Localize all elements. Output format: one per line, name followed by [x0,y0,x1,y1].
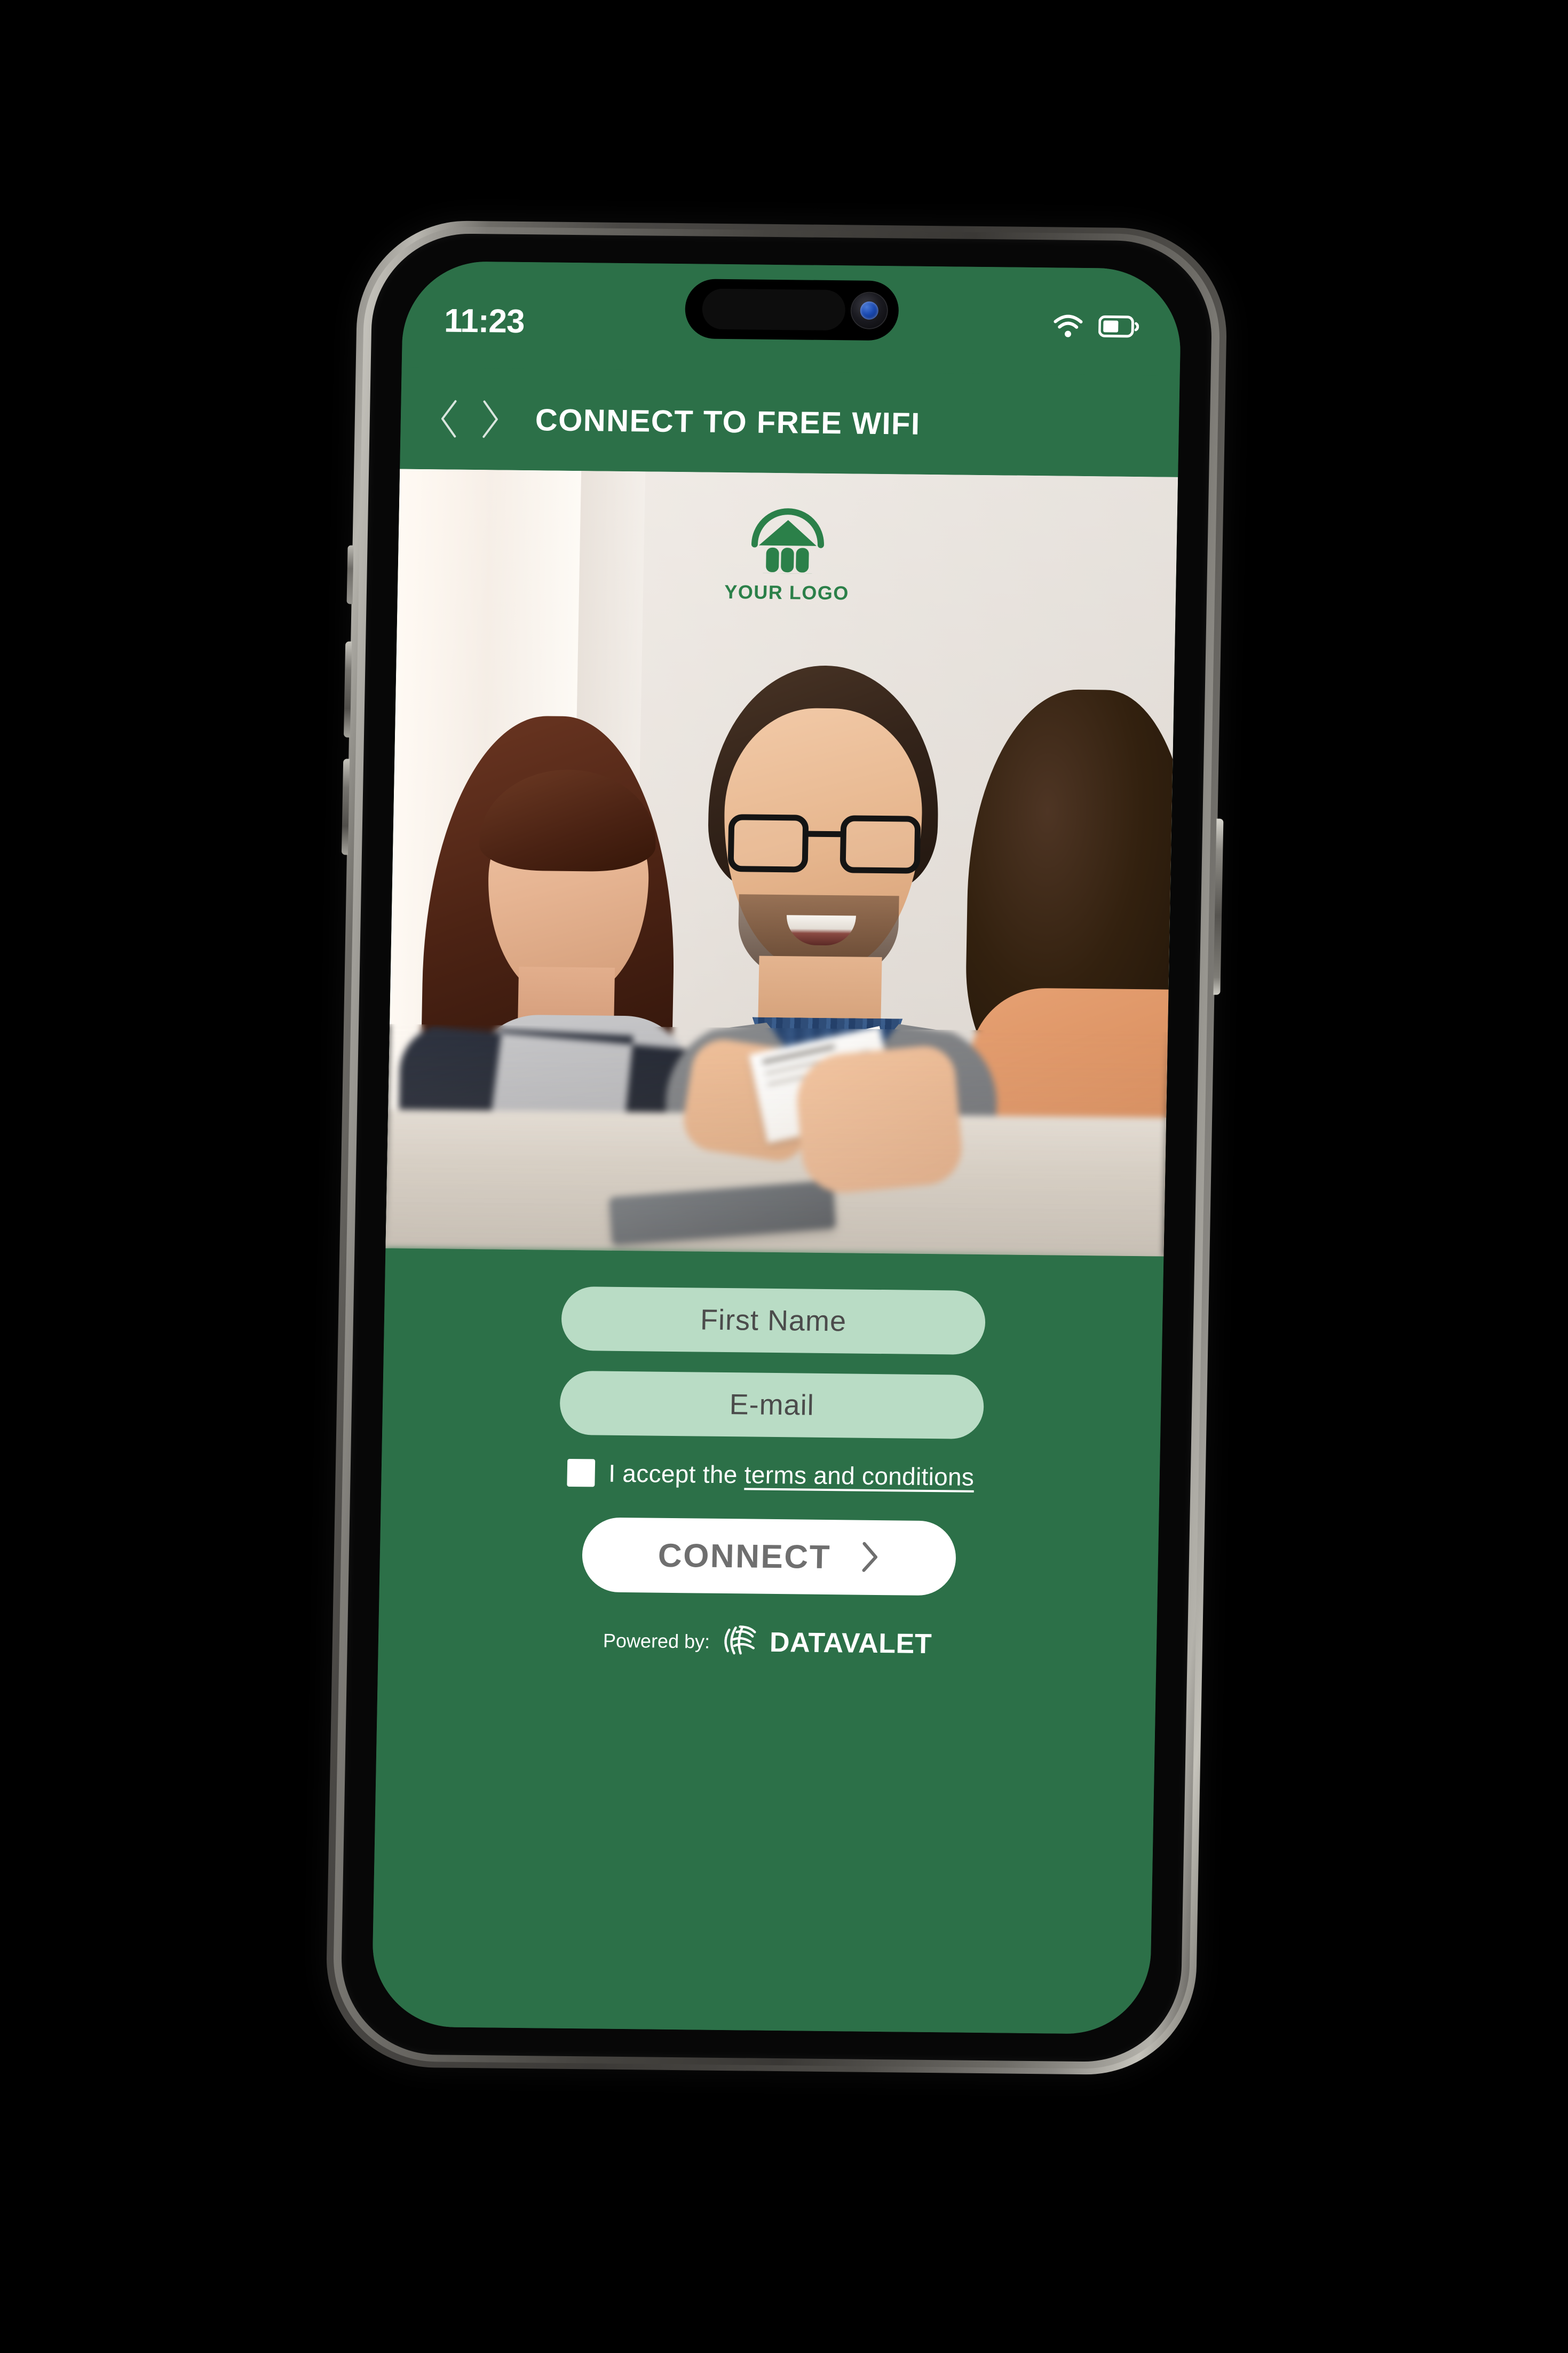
island-pill [702,288,846,331]
man-eyeglasses [727,814,921,875]
page-title: CONNECT TO FREE WIFI [535,402,921,441]
chevron-right-icon[interactable] [477,398,502,440]
terms-and-conditions-link[interactable]: terms and conditions [744,1460,974,1490]
battery-icon [1098,315,1139,341]
depth-of-field-blur [385,1024,1168,1257]
app-bar: CONNECT TO FREE WIFI [400,367,1180,477]
powered-by-footer: Powered by: DATAVALET [603,1620,932,1664]
phone-device-mockup: 11:23 CONNECT TO FREE WIFI YOUR LOGO Fir… [324,219,1229,2076]
chevron-right-icon [858,1540,880,1575]
brand-logo-label: YOUR LOGO [724,580,850,604]
action-button[interactable] [346,545,354,604]
connect-form-panel: I accept the terms and conditions CONNEC… [371,1248,1164,2035]
phone-screen: 11:23 CONNECT TO FREE WIFI YOUR LOGO Fir… [371,260,1182,2035]
powered-by-label: Powered by: [603,1629,710,1653]
front-camera-icon [851,293,888,329]
screenshot-canvas: 11:23 CONNECT TO FREE WIFI YOUR LOGO Fir… [0,0,1568,2353]
connect-button[interactable]: CONNECT [581,1517,957,1596]
status-clock: 11:23 [444,302,525,340]
hero-image: YOUR LOGO [385,469,1178,1257]
datavalet-wordmark: DATAVALET [769,1626,932,1660]
bank-columns-icon [745,498,831,580]
status-indicators [1052,313,1139,342]
first-name-input[interactable] [560,1286,986,1355]
terms-checkbox[interactable] [566,1458,595,1487]
navigation-arrows [437,398,502,440]
datavalet-fingerprint-icon [720,1621,759,1663]
email-input[interactable] [559,1370,985,1440]
status-bar: 11:23 [401,260,1182,376]
brand-logo: YOUR LOGO [724,498,851,604]
chevron-left-icon[interactable] [437,398,462,439]
phone-bezel: 11:23 CONNECT TO FREE WIFI YOUR LOGO Fir… [339,233,1214,2063]
terms-label: I accept the terms and conditions [608,1459,975,1491]
connect-button-label: CONNECT [658,1537,831,1576]
terms-acceptance-row: I accept the terms and conditions [566,1458,975,1491]
wifi-icon [1052,313,1084,341]
terms-prefix: I accept the [608,1459,745,1489]
dynamic-island [684,279,899,341]
